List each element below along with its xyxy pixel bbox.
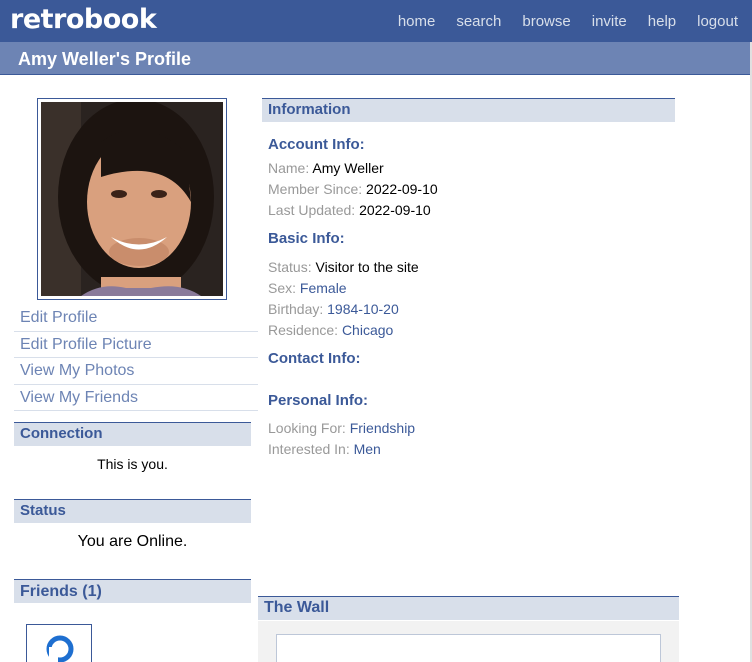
connection-text: This is you. xyxy=(97,456,168,472)
residence-value-link[interactable]: Chicago xyxy=(342,322,393,338)
connection-heading: Connection xyxy=(14,422,251,446)
sex-value-link[interactable]: Female xyxy=(300,280,347,296)
information-heading: Information xyxy=(262,98,675,122)
name-label: Name: xyxy=(268,160,310,176)
looking-for-value-link[interactable]: Friendship xyxy=(350,420,415,436)
basic-info-heading: Basic Info: xyxy=(268,230,345,247)
friend-thumbnail[interactable] xyxy=(26,624,92,662)
account-info-heading: Account Info: xyxy=(268,136,365,153)
status-row: Status: Visitor to the site xyxy=(268,259,419,275)
view-my-friends-link[interactable]: View My Friends xyxy=(14,385,258,411)
nav-invite[interactable]: invite xyxy=(592,13,627,30)
nav-help[interactable]: help xyxy=(648,13,676,30)
birthday-value-link[interactable]: 1984-10-20 xyxy=(327,301,399,317)
personal-info-heading: Personal Info: xyxy=(268,392,369,409)
last-updated-label: Last Updated: xyxy=(268,202,356,218)
profile-photo-image xyxy=(41,102,223,296)
looking-for-row: Looking For: Friendship xyxy=(268,420,415,436)
nav-logout[interactable]: logout xyxy=(697,13,738,30)
top-bar: retrobook home search browse invite help… xyxy=(0,0,752,42)
residence-row: Residence: Chicago xyxy=(268,322,393,338)
nav-home[interactable]: home xyxy=(398,13,436,30)
name-value: Amy Weller xyxy=(312,160,384,176)
edit-profile-picture-link[interactable]: Edit Profile Picture xyxy=(14,332,258,358)
status-text: You are Online. xyxy=(77,533,188,550)
last-updated-value: 2022-09-10 xyxy=(359,202,431,218)
interested-in-row: Interested In: Men xyxy=(268,441,381,457)
residence-label: Residence: xyxy=(268,322,339,338)
friend-avatar-icon xyxy=(46,635,74,662)
sex-row: Sex: Female xyxy=(268,280,347,296)
interested-in-value-link[interactable]: Men xyxy=(354,441,381,457)
interested-in-label: Interested In: xyxy=(268,441,350,457)
nav-browse[interactable]: browse xyxy=(522,13,570,30)
name-row: Name: Amy Weller xyxy=(268,160,384,176)
looking-for-label: Looking For: xyxy=(268,420,346,436)
sex-label: Sex: xyxy=(268,280,297,296)
profile-photo[interactable] xyxy=(37,98,227,300)
last-updated-row: Last Updated: 2022-09-10 xyxy=(268,202,431,218)
page-title: Amy Weller's Profile xyxy=(18,49,192,69)
view-my-photos-link[interactable]: View My Photos xyxy=(14,358,258,385)
nav-search[interactable]: search xyxy=(456,13,501,30)
birthday-label: Birthday: xyxy=(268,301,324,317)
edit-profile-link[interactable]: Edit Profile xyxy=(14,305,258,332)
contact-info-heading: Contact Info: xyxy=(268,350,361,367)
wall-heading: The Wall xyxy=(258,596,679,620)
member-since-value: 2022-09-10 xyxy=(366,181,438,197)
status-heading: Status xyxy=(14,499,251,523)
main-nav: home search browse invite help logout xyxy=(377,13,738,30)
status-value: Visitor to the site xyxy=(315,259,419,275)
status-label: Status: xyxy=(268,259,312,275)
birthday-row: Birthday: 1984-10-20 xyxy=(268,301,399,317)
member-since-row: Member Since: 2022-09-10 xyxy=(268,181,438,197)
profile-actions: Edit Profile Edit Profile Picture View M… xyxy=(14,305,258,411)
member-since-label: Member Since: xyxy=(268,181,363,197)
wall-post-input[interactable] xyxy=(276,634,661,662)
profile-header-bar: Amy Weller's Profile xyxy=(0,42,750,75)
logo[interactable]: retrobook xyxy=(10,4,157,35)
friends-heading: Friends (1) xyxy=(14,579,251,603)
